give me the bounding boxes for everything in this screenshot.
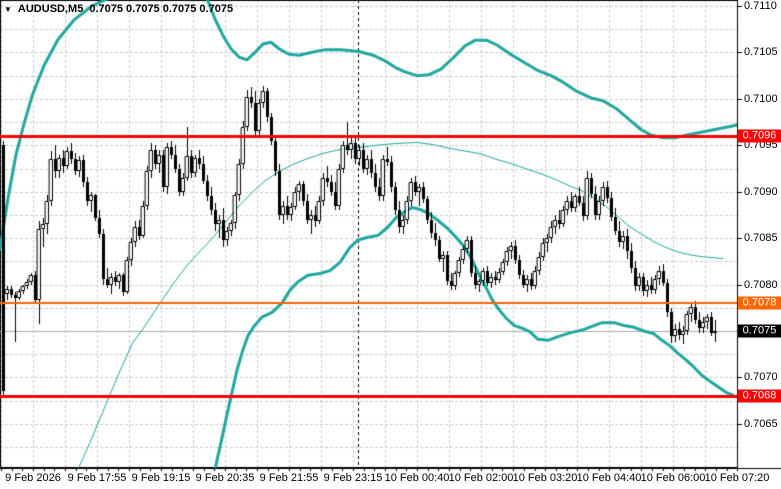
time-axis[interactable]: 9 Feb 2026 9 Feb 17:55 9 Feb 19:15 9 Feb 20… [0, 469, 781, 489]
symbol-label: AUDUSD,M5 [17, 3, 84, 15]
time-axis-label: 10 Feb 03:20 [512, 472, 578, 484]
price-axis-label: 0.7100 [744, 92, 778, 105]
time-axis-label: 10 Feb 02:00 [448, 472, 514, 484]
time-axis-label: 9 Feb 19:15 [131, 472, 191, 484]
price-axis-label: 0.7085 [744, 232, 778, 245]
price-badge-support-level: 0.7068 [738, 389, 781, 403]
time-axis-label: 10 Feb 06:00 [640, 472, 706, 484]
price-axis-label: 0.7080 [744, 278, 778, 291]
price-badge-intermediate-level: 0.7078 [738, 296, 781, 310]
time-axis-label: 9 Feb 2026 [5, 472, 61, 484]
price-badge-current-price: 0.7075 [738, 324, 781, 338]
forex-chart-window: ▼ AUDUSD,M5 0.7075 0.7075 0.7075 0.7075 0.… [0, 0, 781, 489]
price-axis[interactable]: 0.7110 0.7105 0.7100 0.7095 0.7090 0.7085 0.70… [738, 0, 781, 468]
symbol-dropdown-icon[interactable]: ▼ [4, 4, 12, 15]
price-axis-label: 0.7105 [744, 46, 778, 59]
price-badge-resistance-level: 0.7096 [738, 129, 781, 143]
time-axis-label: 10 Feb 07:20 [704, 472, 770, 484]
quote-bar: ▼ AUDUSD,M5 0.7075 0.7075 0.7075 0.7075 [4, 2, 233, 16]
time-axis-label: 10 Feb 04:40 [576, 472, 642, 484]
quote-values: 0.7075 0.7075 0.7075 0.7075 [89, 3, 234, 15]
price-axis-label: 0.7110 [744, 0, 777, 12]
time-axis-label: 9 Feb 23:15 [323, 472, 383, 484]
time-axis-label: 10 Feb 00:40 [384, 472, 450, 484]
time-axis-label: 9 Feb 21:55 [259, 472, 319, 484]
time-axis-label: 9 Feb 17:55 [67, 472, 127, 484]
price-axis-label: 0.7070 [744, 371, 778, 384]
time-axis-label: 9 Feb 20:35 [195, 472, 255, 484]
price-axis-label: 0.7065 [744, 417, 778, 430]
chart-plot-area[interactable] [0, 0, 781, 489]
price-axis-label: 0.7090 [744, 185, 778, 198]
